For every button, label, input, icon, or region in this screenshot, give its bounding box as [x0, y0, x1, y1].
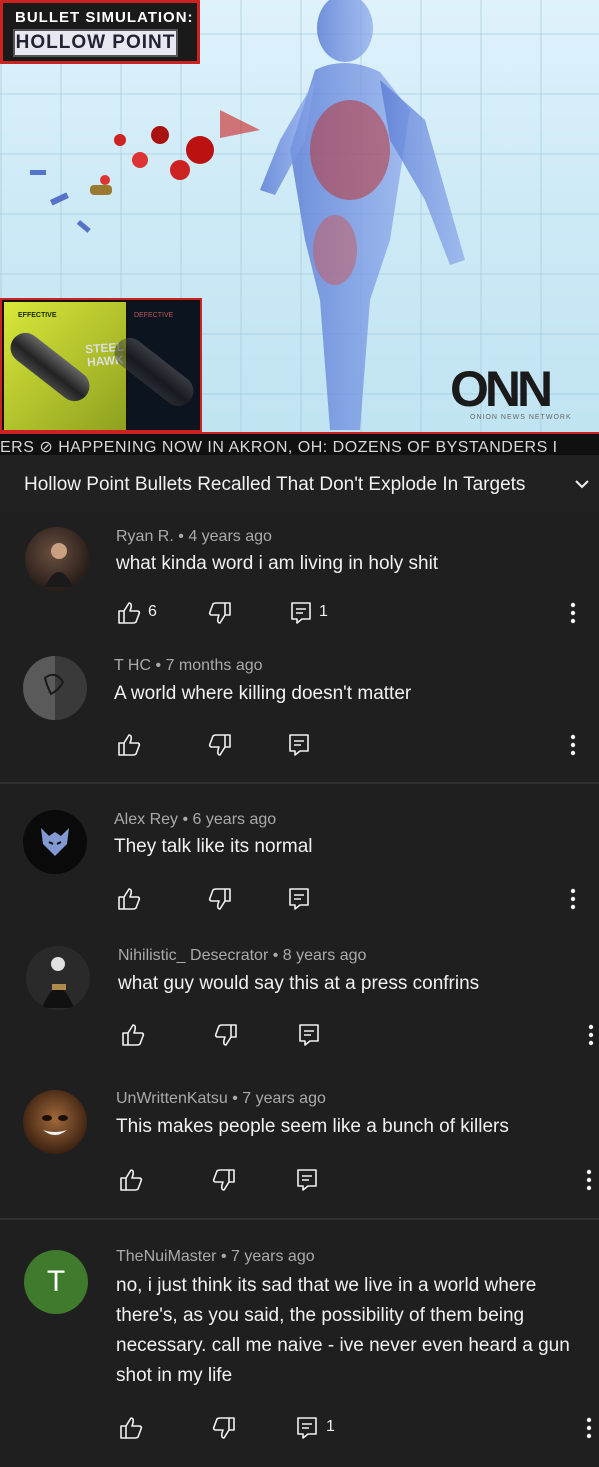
reply-icon[interactable] — [288, 600, 314, 626]
comment-author[interactable]: Nihilistic_ Desecrator — [118, 947, 268, 964]
meta-separator: • — [232, 1090, 238, 1107]
wolf-icon — [41, 828, 69, 856]
comment-author[interactable]: UnWrittenKatsu — [116, 1090, 228, 1107]
ticker-text: ERS ⊘ HAPPENING NOW IN AKRON, OH: DOZENS… — [0, 439, 558, 455]
comment-meta: TheNuiMaster • 7 years ago — [116, 1248, 315, 1266]
meta-separator: • — [272, 947, 279, 964]
avatar[interactable] — [23, 810, 87, 874]
comment-time[interactable]: 8 years ago — [283, 947, 367, 964]
dislike-icon[interactable] — [207, 886, 233, 912]
comment-meta: Alex Rey • 6 years ago — [114, 811, 276, 829]
comment: Ryan R. • 4 years ago what kinda word i … — [0, 512, 599, 652]
avatar-person-icon — [45, 543, 73, 587]
simulation-subtitle: HOLLOW POINT — [13, 29, 178, 57]
network-logo: ONN — [450, 361, 553, 417]
network-logo-subtitle: ONION NEWS NETWORK — [470, 414, 572, 421]
comment-time[interactable]: 6 years ago — [193, 811, 277, 828]
dislike-icon[interactable] — [207, 600, 233, 626]
reply-icon[interactable] — [286, 732, 312, 758]
more-options-icon[interactable] — [584, 1167, 594, 1193]
simulation-figure — [220, 0, 465, 430]
simulation-label-box: BULLET SIMULATION: HOLLOW POINT — [0, 0, 200, 64]
more-options-icon[interactable] — [568, 732, 578, 758]
dislike-icon[interactable] — [211, 1415, 237, 1441]
comment-actions: 1 — [118, 1415, 598, 1441]
defective-panel: DEFECTIVE — [108, 302, 200, 430]
comment: UnWrittenKatsu • 7 years ago This makes … — [0, 1060, 599, 1218]
comment-time[interactable]: 7 years ago — [231, 1248, 315, 1265]
ammo-comparison-box: EFFECTIVE STEEL HAWK DEFECTIVE — [0, 298, 202, 432]
reply-count: 1 — [319, 603, 328, 620]
effective-panel: EFFECTIVE STEEL HAWK — [4, 302, 126, 430]
comment-time[interactable]: 7 years ago — [242, 1090, 326, 1107]
comment-meta: Ryan R. • 4 years ago — [116, 528, 272, 546]
comment-actions — [118, 1167, 598, 1193]
avatar[interactable] — [26, 946, 90, 1010]
comment-author[interactable]: Ryan R. — [116, 528, 174, 545]
dislike-icon[interactable] — [207, 732, 233, 758]
news-ticker: ERS ⊘ HAPPENING NOW IN AKRON, OH: DOZENS… — [0, 432, 599, 455]
simulation-title: BULLET SIMULATION: — [15, 9, 194, 26]
comment: T HC • 7 months ago A world where killin… — [0, 652, 599, 782]
comment-meta: Nihilistic_ Desecrator • 8 years ago — [118, 947, 366, 965]
dislike-icon[interactable] — [213, 1022, 239, 1048]
video-title-row[interactable]: Hollow Point Bullets Recalled That Don't… — [0, 455, 599, 512]
comment-actions — [116, 732, 586, 758]
comment-text: A world where killing doesn't matter — [114, 683, 412, 704]
comment: Alex Rey • 6 years ago They talk like it… — [0, 784, 599, 920]
reply-count: 1 — [326, 1418, 335, 1435]
avatar-face-icon — [42, 1115, 68, 1135]
video-title: Hollow Point Bullets Recalled That Don't… — [24, 474, 526, 495]
comment-meta: T HC • 7 months ago — [114, 657, 263, 675]
comment-author[interactable]: Alex Rey — [114, 811, 178, 828]
comment-text: This makes people seem like a bunch of k… — [116, 1116, 509, 1137]
comment: T TheNuiMaster • 7 years ago no, i just … — [0, 1220, 599, 1467]
meta-separator: • — [178, 528, 184, 545]
more-options-icon[interactable] — [568, 600, 578, 626]
comment: Nihilistic_ Desecrator • 8 years ago wha… — [0, 920, 599, 1060]
defective-label: DEFECTIVE — [134, 312, 174, 319]
comment-text: no, i just think its sad that we live in… — [116, 1275, 570, 1386]
reply-icon[interactable] — [286, 886, 312, 912]
video-player[interactable]: BULLET SIMULATION: HOLLOW POINT EFFECTIV… — [0, 0, 599, 455]
comment-author[interactable]: TheNuiMaster — [116, 1248, 216, 1265]
comment-actions — [120, 1022, 598, 1048]
reply-icon[interactable] — [294, 1415, 320, 1441]
reply-icon[interactable] — [294, 1167, 320, 1193]
like-icon[interactable] — [116, 600, 142, 626]
effective-label: EFFECTIVE — [18, 312, 57, 319]
comment-actions: 6 1 — [116, 600, 586, 626]
avatar-graffiti-icon — [43, 673, 65, 696]
more-options-icon[interactable] — [584, 1415, 594, 1441]
like-icon[interactable] — [118, 1167, 144, 1193]
avatar[interactable] — [23, 1090, 87, 1154]
like-count: 6 — [148, 603, 157, 620]
comment-time[interactable]: 7 months ago — [166, 657, 263, 674]
more-options-icon[interactable] — [568, 886, 578, 912]
comment-text: They talk like its normal — [114, 836, 313, 857]
like-icon[interactable] — [116, 732, 142, 758]
comment-meta: UnWrittenKatsu • 7 years ago — [116, 1090, 326, 1108]
comment-text: what kinda word i am living in holy shit — [116, 553, 439, 574]
avatar-initial: T — [46, 1265, 66, 1298]
like-icon[interactable] — [116, 886, 142, 912]
comment-time[interactable]: 4 years ago — [188, 528, 272, 545]
dislike-icon[interactable] — [211, 1167, 237, 1193]
meta-separator: • — [220, 1248, 227, 1265]
like-icon[interactable] — [120, 1022, 146, 1048]
meta-separator: • — [155, 657, 162, 674]
debris-icon — [30, 126, 214, 233]
avatar[interactable] — [25, 527, 89, 591]
chevron-down-icon[interactable] — [573, 475, 591, 493]
meta-separator: • — [182, 811, 189, 828]
reply-icon[interactable] — [296, 1022, 322, 1048]
avatar[interactable]: T — [24, 1250, 88, 1314]
like-icon[interactable] — [118, 1415, 144, 1441]
comment-actions — [116, 886, 586, 912]
avatar-person-icon — [42, 957, 74, 1008]
more-options-icon[interactable] — [586, 1022, 596, 1048]
avatar[interactable] — [23, 656, 87, 720]
comment-text: what guy would say this at a press confr… — [118, 973, 480, 994]
comment-author[interactable]: T HC — [114, 657, 151, 674]
